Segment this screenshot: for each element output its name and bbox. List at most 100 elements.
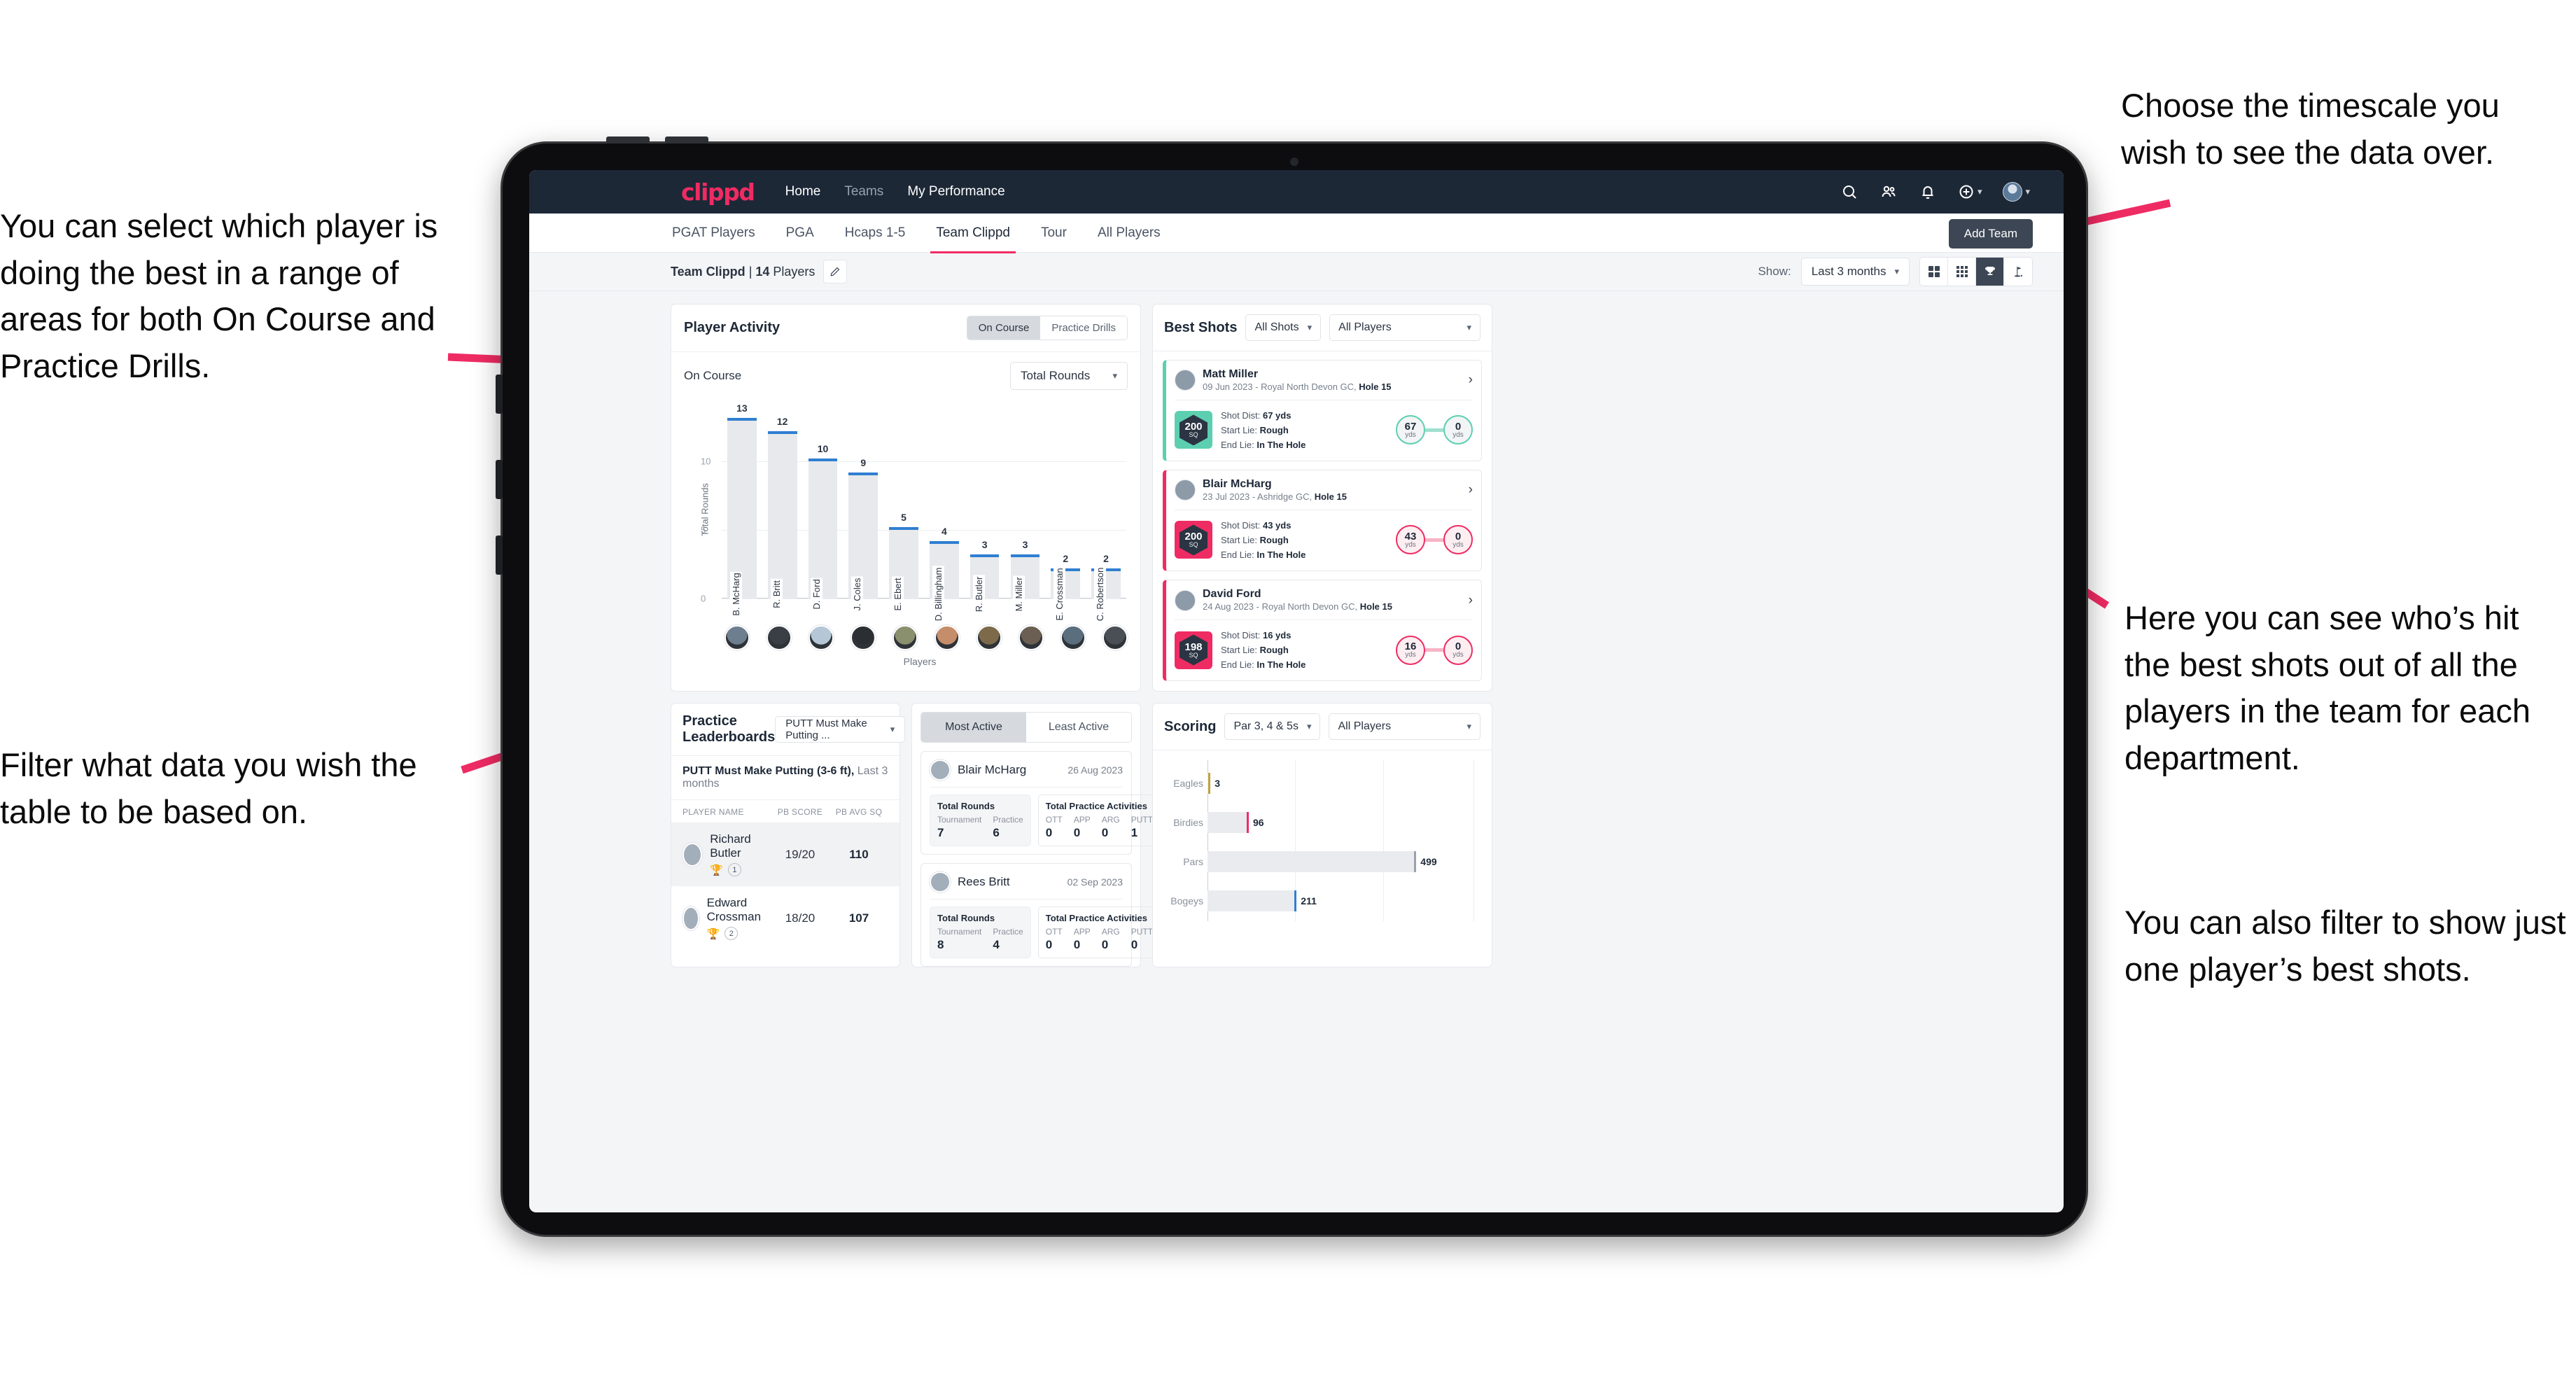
chart-bar-column[interactable]: 2 C. Robertson: [1091, 414, 1121, 623]
nav-link-teams[interactable]: Teams: [844, 184, 883, 200]
rank-badge: 1: [727, 863, 741, 877]
player-avatar[interactable]: [724, 625, 750, 650]
chevron-right-icon[interactable]: ›: [1469, 372, 1473, 388]
chart-bar-label: E. Ebert: [892, 576, 904, 612]
chart-bar-cap: [1010, 554, 1040, 558]
chart-bar-label: J. Coles: [851, 576, 864, 612]
tab-least-active[interactable]: Least Active: [1026, 713, 1131, 743]
practice-stat: PUTT 0: [1131, 927, 1153, 952]
chart-bar-column[interactable]: 13 B. McHarg: [727, 402, 757, 617]
player-activity-card: Player Activity On Course Practice Drill…: [671, 304, 1141, 692]
team-player-count: 14: [755, 264, 770, 279]
tab-all-players[interactable]: All Players: [1096, 214, 1162, 252]
chevron-down-icon: ▾: [1894, 266, 1899, 276]
avatar-icon[interactable]: ▾: [2003, 182, 2030, 202]
best-shots-player-filter[interactable]: All Players ▾: [1329, 314, 1480, 341]
chart-bar-column[interactable]: 10 D. Ford: [808, 414, 838, 611]
leaderboard-rank: 🏆 1: [710, 863, 771, 877]
player-avatar[interactable]: [976, 625, 1002, 650]
chart-bar-column[interactable]: 3 R. Butler: [969, 414, 1000, 614]
trophy-icon: 🏆: [710, 864, 723, 876]
player-avatar[interactable]: [934, 625, 960, 650]
search-icon[interactable]: [1840, 183, 1858, 201]
segment-practice-drills[interactable]: Practice Drills: [1040, 316, 1127, 340]
scoring-row[interactable]: Eagles 3: [1173, 767, 1474, 799]
player-avatar: [682, 906, 699, 930]
rounds-stat-value: 8: [937, 938, 944, 952]
shot-dist-value: 16 yds: [1262, 629, 1292, 640]
rounds-stat-value: 4: [993, 938, 1000, 952]
chart-bar-column[interactable]: 2 E. Crossman: [1051, 414, 1081, 622]
player-avatar[interactable]: [1102, 625, 1128, 650]
chart-bar-column[interactable]: 12 R. Britt: [767, 414, 797, 610]
metric-select[interactable]: Total Rounds ▾: [1010, 362, 1128, 390]
tab-tour[interactable]: Tour: [1040, 214, 1068, 252]
best-shots-shot-filter[interactable]: All Shots ▾: [1245, 314, 1322, 341]
scoring-par-filter[interactable]: Par 3, 4 & 5s ▾: [1224, 713, 1321, 741]
edit-team-button[interactable]: [823, 260, 848, 284]
activity-player-card[interactable]: Rees Britt 02 Sep 2023 Total Rounds Tournam…: [920, 863, 1161, 967]
player-avatar[interactable]: [766, 625, 792, 650]
activity-card-list: Blair McHarg 26 Aug 2023 Total Rounds Tourn…: [912, 751, 1161, 967]
player-avatar[interactable]: [1060, 625, 1086, 650]
table-row[interactable]: Edward Crossman 🏆 2 18/20 107: [671, 886, 899, 950]
player-avatar[interactable]: [892, 625, 918, 650]
people-icon[interactable]: [1879, 183, 1898, 201]
chart-bar-column[interactable]: 4 D. Billingham: [930, 414, 959, 623]
scoring-row[interactable]: Pars 499: [1183, 846, 1474, 878]
add-team-button[interactable]: Add Team: [1948, 219, 2033, 248]
shot-dist-row: Shot Dist: 16 yds: [1221, 628, 1306, 643]
best-shot-quality-badge: 200 SQ: [1175, 521, 1212, 559]
best-shot-card[interactable]: Matt Miller 09 Jun 2023 - Royal North Dev…: [1163, 360, 1482, 462]
trophy-icon: 🏆: [706, 927, 720, 940]
end-lie-label: End Lie:: [1221, 439, 1257, 450]
tab-hcaps-1-5[interactable]: Hcaps 1-5: [844, 214, 907, 252]
best-shot-card[interactable]: Blair McHarg 23 Jul 2023 - Ashridge GC, H…: [1163, 470, 1482, 572]
scoring-card: Scoring Par 3, 4 & 5s ▾ All Players ▾ Ea…: [1152, 703, 1492, 968]
player-avatar[interactable]: [808, 625, 834, 650]
tablet-side-button-3: [496, 536, 503, 575]
tab-pga[interactable]: PGA: [785, 214, 816, 252]
tab-team-clippd[interactable]: Team Clippd: [930, 214, 1016, 253]
trophy-icon[interactable]: [1976, 258, 2004, 286]
scoring-row[interactable]: Bogeys 211: [1170, 885, 1474, 917]
nav-link-home[interactable]: Home: [785, 184, 821, 200]
best-shot-identity: Matt Miller 09 Jun 2023 - Royal North Dev…: [1203, 368, 1392, 393]
chart-bar-column[interactable]: 3 M. Miller: [1010, 414, 1040, 613]
scoring-player-filter[interactable]: All Players ▾: [1329, 713, 1480, 741]
bell-icon[interactable]: [1919, 183, 1937, 201]
best-shot-badge-unit: SQ: [1189, 541, 1198, 549]
tab-most-active[interactable]: Most Active: [921, 713, 1026, 743]
chart-bar-value: 2: [1103, 552, 1109, 564]
table-row[interactable]: Richard Butler 🏆 1 19/20 110: [671, 822, 899, 887]
player-avatar[interactable]: [1018, 625, 1044, 650]
best-shot-card[interactable]: David Ford 24 Aug 2023 - Royal North Devo…: [1163, 580, 1482, 682]
segment-on-course[interactable]: On Course: [967, 316, 1041, 340]
grid-2x2-icon[interactable]: [1920, 258, 1948, 286]
timescale-select[interactable]: Last 3 months ▾: [1800, 258, 1910, 286]
flag-icon[interactable]: [2004, 258, 2032, 286]
chart-bar-column[interactable]: 5 E. Ebert: [889, 414, 918, 612]
tab-pgat-players[interactable]: PGAT Players: [671, 214, 757, 252]
scoring-row[interactable]: Birdies 96: [1173, 806, 1474, 839]
shot-end-unit: yds: [1452, 430, 1464, 439]
chevron-down-icon: ▾: [2025, 186, 2030, 197]
nav-link-my-performance[interactable]: My Performance: [907, 184, 1004, 200]
drill-select[interactable]: PUTT Must Make Putting ... ▾: [775, 716, 906, 743]
activity-player-card[interactable]: Blair McHarg 26 Aug 2023 Total Rounds Tourn…: [920, 751, 1161, 855]
chevron-right-icon[interactable]: ›: [1469, 593, 1473, 608]
chart-bar-cap: [969, 554, 1000, 558]
chevron-right-icon[interactable]: ›: [1469, 482, 1473, 498]
player-avatar[interactable]: [850, 625, 876, 650]
chevron-down-icon: ▾: [1466, 322, 1471, 332]
grid-3x3-icon[interactable]: [1948, 258, 1976, 286]
chart-bar-column[interactable]: 9 J. Coles: [848, 414, 878, 612]
practice-stat-key: OTT: [1045, 815, 1063, 825]
team-separator: |: [745, 264, 756, 279]
total-rounds-columns: Tournament 8 Practice 4: [937, 927, 1023, 952]
dashboard-top-row: Player Activity On Course Practice Drill…: [671, 304, 2033, 692]
shot-dist-label: Shot Dist:: [1221, 519, 1263, 531]
chart-bar-label: R. Britt: [770, 579, 783, 610]
clippd-logo[interactable]: clippd: [681, 178, 755, 206]
plus-circle-icon[interactable]: ▾: [1958, 183, 1982, 201]
